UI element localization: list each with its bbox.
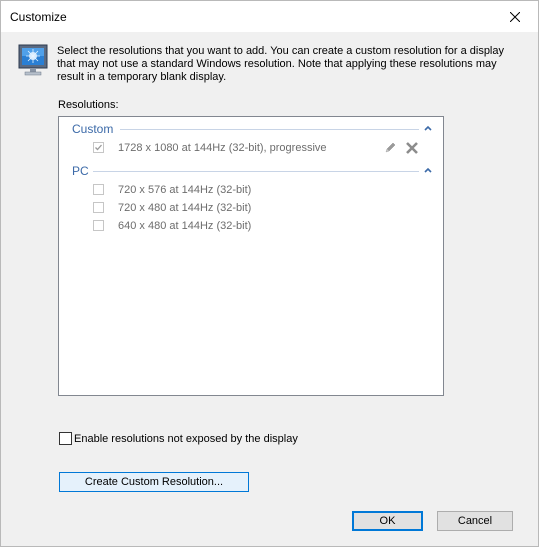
resolution-label: 720 x 480 at 144Hz (32-bit) <box>118 202 252 214</box>
customize-dialog: Customize Select the resolutions that yo… <box>0 0 539 547</box>
group-header-custom[interactable]: Custom <box>72 122 435 136</box>
resolution-label: 640 x 480 at 144Hz (32-bit) <box>118 220 252 232</box>
intro-text: Select the resolutions that you want to … <box>57 45 504 83</box>
group-divider <box>120 129 419 130</box>
checkbox[interactable] <box>93 184 104 195</box>
checkmark-icon <box>95 144 102 151</box>
close-icon <box>510 11 520 22</box>
list-item[interactable]: 640 x 480 at 144Hz (32-bit) <box>93 218 423 234</box>
enable-resolutions-checkbox[interactable] <box>59 432 72 445</box>
group-divider <box>93 171 419 172</box>
cancel-button[interactable]: Cancel <box>437 511 513 531</box>
list-item[interactable]: 720 x 480 at 144Hz (32-bit) <box>93 200 423 216</box>
list-item[interactable]: 720 x 576 at 144Hz (32-bit) <box>93 182 423 198</box>
enable-resolutions-label[interactable]: Enable resolutions not exposed by the di… <box>74 433 298 445</box>
window-title: Customize <box>10 10 67 24</box>
resolutions-label: Resolutions: <box>58 99 119 111</box>
row-actions <box>383 140 423 156</box>
checkbox-checked[interactable] <box>93 142 104 153</box>
chevron-up-icon[interactable] <box>423 165 433 175</box>
chevron-up-icon[interactable] <box>423 123 433 133</box>
group-title-pc: PC <box>72 164 93 178</box>
resolutions-list[interactable]: Custom 1728 x 1080 at 144Hz (32-bit), pr… <box>58 116 444 396</box>
title-bar: Customize <box>1 1 538 32</box>
checkbox[interactable] <box>93 220 104 231</box>
resolution-label: 720 x 576 at 144Hz (32-bit) <box>118 184 252 196</box>
group-header-pc[interactable]: PC <box>72 164 435 178</box>
group-title-custom: Custom <box>72 122 118 136</box>
monitor-icon <box>18 44 48 76</box>
list-item[interactable]: 1728 x 1080 at 144Hz (32-bit), progressi… <box>93 140 423 156</box>
resolution-label: 1728 x 1080 at 144Hz (32-bit), progressi… <box>118 142 327 154</box>
ok-button[interactable]: OK <box>352 511 423 531</box>
close-button[interactable] <box>492 1 538 32</box>
edit-pencil-icon[interactable] <box>383 141 397 155</box>
create-custom-resolution-button[interactable]: Create Custom Resolution... <box>59 472 249 492</box>
delete-x-icon[interactable] <box>405 141 419 155</box>
checkbox[interactable] <box>93 202 104 213</box>
